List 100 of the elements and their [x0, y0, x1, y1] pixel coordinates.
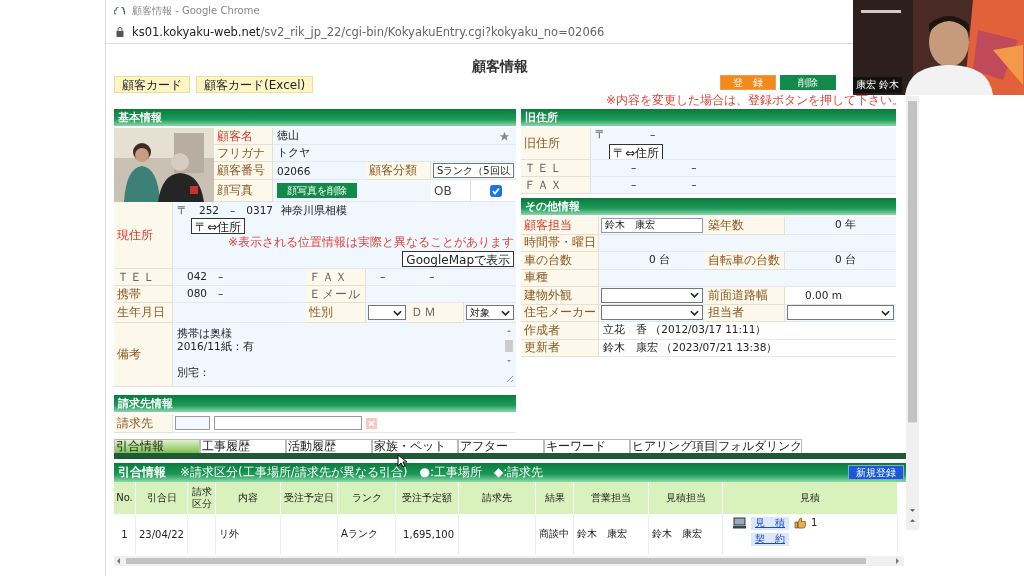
- field-value: 立花 香 （2012/03/17 11:11）: [599, 322, 896, 340]
- postal-address-button[interactable]: 〒⇔住所: [191, 218, 246, 234]
- dm-select[interactable]: 対象: [466, 305, 514, 320]
- notes-field[interactable]: 携帯は奥様 2016/11紙：有 別宅：: [173, 323, 516, 387]
- lock-icon: [116, 27, 124, 37]
- field-label: 車の台数: [521, 252, 599, 270]
- field-value: 0 台: [785, 252, 896, 270]
- postal-code: 〒 –: [595, 128, 656, 142]
- field-value: 02066: [273, 162, 366, 180]
- legend-text: ※請求区分(工事場所/請求先が異なる引合) ●:工事場所 ◆:請求先: [180, 464, 544, 481]
- delete-photo-button[interactable]: 顔写真を削除: [277, 183, 357, 198]
- field-value: 0 台: [599, 252, 705, 270]
- thumbs-up-icon[interactable]: [794, 517, 806, 529]
- column-header: No.: [114, 482, 136, 514]
- chevron-icon: [501, 309, 510, 316]
- notes-line: 携帯は奥様: [177, 327, 233, 340]
- tab[interactable]: 引合情報: [114, 439, 200, 453]
- field-label: フリガナ: [214, 145, 273, 162]
- billing-name-field[interactable]: [214, 416, 362, 430]
- field-label: 現住所: [114, 202, 173, 269]
- cursor-icon: [397, 454, 407, 468]
- staff-field[interactable]: 鈴木 康宏: [601, 217, 703, 233]
- column-header: 引合日: [136, 482, 188, 514]
- table-cell: 鈴木 康宏: [649, 514, 723, 554]
- field-label: 前面道路幅: [705, 287, 785, 305]
- field-label: 請求先: [114, 414, 173, 433]
- column-header: 請求区分: [188, 482, 216, 514]
- customer-card-button[interactable]: 顧客カード(Excel): [196, 76, 314, 93]
- scrollbar[interactable]: [114, 556, 904, 566]
- field-label: ＦＡＸ: [306, 269, 366, 286]
- field-label: ＤＭ: [408, 303, 464, 323]
- table-cell: Aランク: [338, 514, 396, 554]
- field-value: 042 –: [173, 269, 306, 286]
- url-text: ks01.kokyaku-web.net/sv2_rik_jp_22/cgi-bin/KokyakuEntry.cgi?kokyaku_no=02066: [132, 25, 605, 39]
- section-header: 基本情報: [114, 109, 516, 126]
- chevron-icon: [690, 309, 699, 316]
- field-value: – –: [591, 177, 896, 194]
- postal-address-button[interactable]: 〒⇔住所: [609, 143, 664, 159]
- tab[interactable]: アフター: [458, 439, 544, 453]
- field-value: トクヤ: [273, 145, 516, 162]
- map-notice: ※表示される位置情報は実際と異なることがあります: [227, 234, 514, 251]
- field-label: 性別: [306, 303, 366, 323]
- customer-name: 徳山: [277, 129, 299, 143]
- field-label: 携帯: [114, 286, 173, 303]
- ob-checkbox[interactable]: [489, 184, 502, 197]
- tab[interactable]: ヒアリング項目: [630, 439, 716, 453]
- field-label: 作成者: [521, 322, 599, 340]
- field-label: 顧客担当: [521, 217, 599, 235]
- field-label: Ｅメール: [306, 286, 366, 303]
- section-title: 引合情報: [118, 465, 166, 480]
- chevron-icon: [881, 309, 890, 316]
- field-label: 築年数: [705, 217, 785, 235]
- table-cell: 鈴木 康宏: [574, 514, 649, 554]
- field-label: 自転車の台数: [705, 252, 785, 270]
- customer-card-button[interactable]: 顧客カード: [114, 76, 190, 93]
- field-label: 顔写真: [214, 180, 273, 202]
- table-cell: 商談中: [536, 514, 574, 554]
- google-map-button[interactable]: GoogleMapで表示: [402, 251, 514, 267]
- column-header: 見積: [723, 482, 898, 514]
- delete-button[interactable]: 削除: [780, 75, 836, 90]
- field-label: 生年月日: [114, 303, 173, 323]
- computer-icon[interactable]: [733, 517, 746, 529]
- postal-code: 〒 252 – 0317: [177, 204, 273, 218]
- field-value: 0 年: [785, 217, 896, 235]
- column-header: ランク: [338, 482, 396, 514]
- new-entry-button[interactable]: 新規登録: [848, 465, 904, 480]
- column-header: 請求先: [459, 482, 536, 514]
- tab[interactable]: 活動履歴: [286, 439, 372, 453]
- chevron-icon: [393, 309, 402, 316]
- field-value: – –: [366, 269, 516, 286]
- tab[interactable]: フォルダリンク: [716, 439, 802, 453]
- window-title: 顧客情報 - Google Chrome: [132, 3, 260, 18]
- link[interactable]: 見 積: [751, 517, 789, 530]
- notes-line: 2016/11紙：有: [177, 340, 254, 353]
- column-header: 受注予定額: [396, 482, 459, 514]
- column-header: 営業担当: [574, 482, 649, 514]
- tab[interactable]: キーワード: [544, 439, 630, 453]
- field-label: 顧客番号: [214, 162, 273, 180]
- column-header: 結果: [536, 482, 574, 514]
- section-header: 請求先情報: [114, 395, 516, 412]
- field-value: 080 –: [173, 286, 306, 303]
- field-label: ＦＡＸ: [521, 177, 591, 194]
- participant-name: 康宏 鈴木: [853, 77, 903, 93]
- address-text: 神奈川県相模: [281, 204, 347, 218]
- class-select[interactable]: Sランク（5回以: [433, 163, 514, 178]
- like-count: 1: [811, 517, 818, 528]
- tab[interactable]: 工事履歴: [200, 439, 286, 453]
- scrollbar[interactable]: [906, 96, 919, 530]
- field-label: 旧住所: [521, 128, 591, 160]
- billing-code-field[interactable]: [175, 416, 210, 430]
- field-label: ＴＥＬ: [114, 269, 173, 286]
- link[interactable]: 契 約: [751, 533, 789, 546]
- chevron-icon: [690, 292, 699, 299]
- star-icon[interactable]: [499, 130, 510, 142]
- column-header: 内容: [216, 482, 281, 514]
- tab[interactable]: 家族・ペット: [372, 439, 458, 453]
- section-header: 旧住所: [521, 109, 896, 126]
- section-header: その他情報: [521, 198, 896, 215]
- notice-text: ※内容を変更した場合は、登録ボタンを押して下さい。: [605, 92, 905, 109]
- field-label: 建物外観: [521, 287, 599, 305]
